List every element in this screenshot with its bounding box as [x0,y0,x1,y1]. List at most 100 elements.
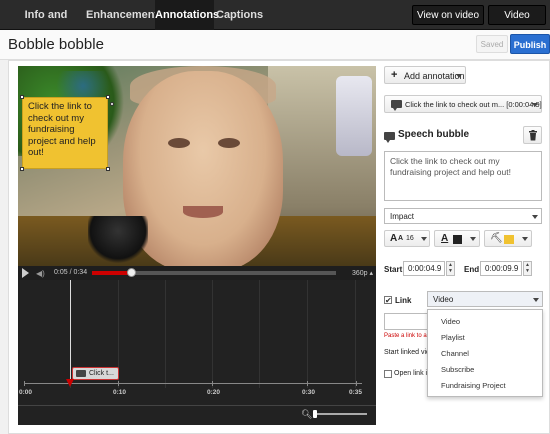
resize-handle-tl[interactable] [20,95,24,99]
chevron-down-icon [456,74,462,78]
speech-bubble-icon [76,370,86,377]
publish-button[interactable]: Publish [510,34,550,54]
speech-bubble-annotation[interactable]: Click the link to check out my fundraisi… [22,97,108,169]
chevron-down-icon [532,215,538,219]
annotation-timeline[interactable] [18,280,376,425]
open-link-label: Open link i [394,370,428,377]
timeline-tick [24,381,25,386]
open-link-new-window-checkbox[interactable] [384,370,392,378]
progress-fill [92,271,132,275]
annotation-text-input[interactable]: Click the link to check out my fundraisi… [384,151,542,201]
tab-captions[interactable]: Captions [216,0,263,30]
font-size-value: 16 [406,235,414,242]
paint-bucket-icon: ⛏︎ [490,233,503,244]
timeline-label: 0:00 [19,389,33,396]
timeline-gridline [355,280,356,388]
link-url-input[interactable] [384,313,428,330]
font-select[interactable]: Impact [384,208,542,224]
link-error-text: Paste a link to a [384,333,427,339]
resize-handle-tr[interactable] [106,95,110,99]
annotation-select[interactable]: Click the link to check out m... [0:00:0… [384,95,542,113]
link-type-select[interactable]: Video [427,291,543,307]
speech-bubble-icon [391,100,402,111]
zoom-icon: 🔍︎ [301,409,313,419]
font-size-select[interactable]: A A 16 [384,230,430,247]
start-time-input[interactable]: 0:00:04.9 [403,261,445,276]
resize-handle-br[interactable] [106,167,110,171]
plus-icon: + [391,69,398,81]
dropdown-item-video[interactable]: Video [428,314,542,330]
dropdown-item-channel[interactable]: Channel [428,346,542,362]
text-color-select[interactable]: A [434,230,480,247]
speech-bubble-icon [384,132,395,143]
tab-enhancements[interactable]: Enhancements [86,0,164,30]
timeline-playhead[interactable] [70,280,71,384]
add-annotation-button[interactable]: + Add annotation [384,66,466,84]
font-size-small-icon: A [398,235,404,242]
timeline-label: 0:20 [207,389,221,396]
chevron-down-icon [532,103,538,107]
timeline-gridline [165,280,166,388]
play-icon[interactable] [22,268,29,278]
video-robot-toy [336,76,372,156]
link-type-value: Video [433,295,454,304]
link-type-dropdown: Video Playlist Channel Subscribe Fundrai… [427,309,543,397]
view-on-video-page-button[interactable]: View on video page [412,5,484,41]
trash-icon [529,130,537,141]
chevron-down-icon [522,237,528,241]
timeline-label: 0:10 [113,389,127,396]
text-color-swatch [453,235,462,244]
resize-handle-bl[interactable] [20,167,24,171]
chevron-down-icon [421,237,427,241]
font-select-value: Impact [390,212,415,221]
background-color-swatch [504,235,514,244]
quality-label: 360p [352,270,368,277]
timeline-label: 0:35 [349,389,363,396]
video-mouth [183,206,223,218]
zoom-slider[interactable] [313,410,367,418]
timeline-separator [18,405,376,406]
video-toy [88,216,148,266]
delete-annotation-button[interactable] [523,126,542,144]
title-bar: Bobble bobble Saved Publish [0,30,550,60]
font-size-icon: A [390,233,398,244]
timeline-current-marker[interactable] [66,379,74,387]
timeline-tick [356,381,357,386]
timeline-gridline [259,280,260,388]
start-time-spinner[interactable]: ▲ ▼ [446,261,455,276]
progress-bar[interactable] [92,268,336,277]
timeline-tick [307,381,308,386]
link-checkbox[interactable]: ✔ [384,296,392,305]
tab-info-and-settings[interactable]: Info and Settings [8,0,84,51]
zoom-knob[interactable] [313,410,317,418]
dropdown-item-subscribe[interactable]: Subscribe [428,362,542,378]
chevron-down-icon [533,298,539,302]
video-eye-left [168,138,190,148]
end-label: End [464,265,480,274]
tail-handle[interactable] [110,102,114,106]
page-title: Bobble bobble [8,36,104,53]
player-controls: ◀) 0:05 / 0:34 360p ▴ [18,266,376,280]
volume-icon[interactable]: ◀) [36,269,45,278]
timeline-gridline [212,280,213,388]
progress-knob[interactable] [127,268,137,277]
dropdown-item-playlist[interactable]: Playlist [428,330,542,346]
end-time-spinner[interactable]: ▲ ▼ [523,261,532,276]
text-color-icon: A [441,233,449,244]
clip-label: Click t... [89,370,114,377]
end-time-input[interactable]: 0:00:09.9 [480,261,522,276]
video-manager-button[interactable]: Video Manager [488,5,546,41]
video-eye-right [218,138,240,148]
tab-annotations[interactable]: Annotations [155,0,219,30]
timeline-axis [24,383,362,384]
time-display: 0:05 / 0:34 [54,269,88,276]
saved-button: Saved [476,35,508,53]
dropdown-item-fundraising-project[interactable]: Fundraising Project [428,378,542,394]
timeline-gridline [307,280,308,388]
timeline-tick [212,381,213,386]
checkmark-icon: ✔ [385,296,392,305]
timeline-label: 0:30 [302,389,316,396]
quality-button[interactable]: 360p ▴ [352,269,373,277]
timeline-annotation-clip[interactable]: Click t... [72,367,119,380]
background-color-select[interactable]: ⛏︎ [484,230,532,247]
